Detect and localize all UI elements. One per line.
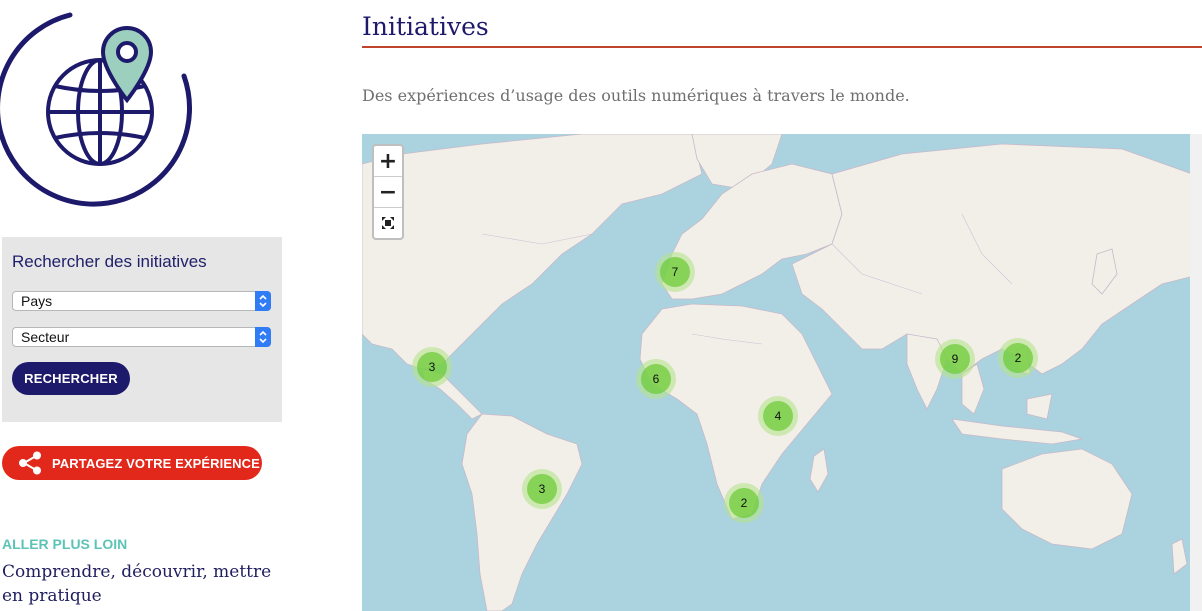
search-panel: Rechercher des initiatives Pays Secteur … [2, 237, 282, 422]
title-divider [362, 46, 1202, 48]
share-icon [19, 451, 41, 475]
go-further-kicker: ALLER PLUS LOIN [2, 536, 128, 552]
world-map-land [362, 134, 1202, 611]
fullscreen-button[interactable] [374, 208, 402, 238]
map-cluster[interactable]: 2 [998, 338, 1038, 378]
map-cluster[interactable]: 6 [636, 359, 676, 399]
map-cluster[interactable]: 4 [758, 396, 798, 436]
share-experience-button[interactable]: PARTAGEZ VOTRE EXPÉRIENCE [2, 446, 262, 480]
cluster-count: 9 [940, 344, 970, 374]
cluster-count: 4 [763, 401, 793, 431]
sector-select-value: Secteur [21, 329, 70, 345]
sector-select[interactable]: Secteur [12, 327, 271, 347]
map-cluster[interactable]: 7 [655, 252, 695, 292]
map-cluster[interactable]: 3 [412, 347, 452, 387]
world-map[interactable]: + − 3 7 6 4 3 2 9 2 [362, 134, 1202, 611]
zoom-out-button[interactable]: − [374, 177, 402, 208]
chevron-updown-icon [255, 291, 271, 311]
zoom-in-button[interactable]: + [374, 146, 402, 177]
globe-pin-logo-icon [0, 12, 193, 207]
country-select-value: Pays [21, 293, 53, 309]
country-select[interactable]: Pays [12, 291, 271, 311]
search-button[interactable]: RECHERCHER [12, 362, 130, 395]
scrollbar[interactable] [1190, 134, 1202, 611]
cluster-count: 2 [1003, 343, 1033, 373]
chevron-updown-icon [255, 327, 271, 347]
intro-text: Des expériences d’usage des outils numér… [362, 86, 910, 105]
page: Rechercher des initiatives Pays Secteur … [0, 0, 1202, 611]
cluster-count: 7 [660, 257, 690, 287]
map-cluster[interactable]: 2 [724, 483, 764, 523]
cluster-count: 2 [729, 488, 759, 518]
fullscreen-icon [382, 217, 394, 229]
cluster-count: 3 [417, 352, 447, 382]
zoom-control: + − [372, 144, 404, 240]
cluster-count: 6 [641, 364, 671, 394]
page-title: Initiatives [362, 12, 489, 41]
cluster-count: 3 [527, 474, 557, 504]
map-cluster[interactable]: 3 [522, 469, 562, 509]
share-experience-label: PARTAGEZ VOTRE EXPÉRIENCE [52, 455, 260, 471]
search-title: Rechercher des initiatives [12, 252, 207, 271]
go-further-link[interactable]: Comprendre, découvrir, mettre en pratiqu… [2, 560, 292, 608]
map-cluster[interactable]: 9 [935, 339, 975, 379]
